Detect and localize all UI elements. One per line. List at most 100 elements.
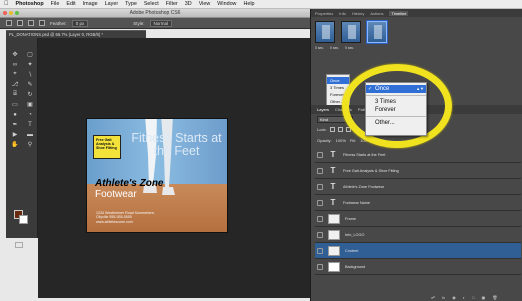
quick-select-tool-icon[interactable]: ✦ bbox=[23, 60, 37, 69]
brush-tool-icon[interactable]: ✎ bbox=[23, 80, 37, 89]
quick-mask-icon[interactable] bbox=[15, 242, 23, 248]
lock-label: Lock: bbox=[317, 127, 327, 132]
fill-label: Fill: bbox=[349, 138, 357, 143]
loop-option-other[interactable]: Other... bbox=[366, 119, 426, 127]
add-selection-icon[interactable] bbox=[28, 20, 34, 26]
pen-tool-icon[interactable]: ✒ bbox=[8, 120, 22, 129]
layer-name: Frame bbox=[345, 216, 356, 221]
tab-properties[interactable]: Properties bbox=[315, 11, 333, 16]
menu-edit[interactable]: Edit bbox=[66, 1, 75, 7]
loop-option[interactable]: Once bbox=[327, 77, 349, 84]
layer-row[interactable]: Info_LOGO bbox=[315, 227, 521, 243]
text-layer-icon: T bbox=[330, 166, 336, 175]
tab-timeline[interactable]: Timeline bbox=[389, 10, 409, 16]
link-layers-icon[interactable]: ☍ bbox=[431, 295, 435, 301]
clone-stamp-tool-icon[interactable]: ⍯ bbox=[8, 90, 22, 99]
tab-history[interactable]: History bbox=[352, 11, 364, 16]
style-select[interactable]: Normal bbox=[149, 19, 173, 27]
visibility-eye-icon[interactable] bbox=[317, 183, 323, 190]
text-layer-icon: T bbox=[330, 150, 336, 159]
headline-text: Fitness Starts at the Feet bbox=[131, 131, 222, 158]
tab-info[interactable]: Info bbox=[339, 11, 346, 16]
layer-style-icon[interactable]: fx bbox=[442, 295, 445, 301]
new-group-icon[interactable]: □ bbox=[472, 295, 474, 301]
frame-delays: 0 sec. 0 sec. 0 sec. bbox=[315, 46, 405, 52]
menu-type[interactable]: Type bbox=[125, 1, 137, 7]
lock-pixels-icon[interactable] bbox=[329, 127, 335, 132]
tab-layers[interactable]: Layers bbox=[317, 107, 329, 112]
frame-delay[interactable]: 0 sec. bbox=[315, 46, 324, 52]
frame-delay[interactable]: 0 sec. bbox=[345, 46, 354, 52]
hand-tool-icon[interactable]: ✋ bbox=[8, 140, 22, 149]
shape-tool-icon[interactable]: ▬ bbox=[23, 130, 37, 139]
subtract-selection-icon[interactable] bbox=[39, 20, 45, 26]
menu-3d[interactable]: 3D bbox=[185, 1, 192, 7]
layer-row[interactable]: Frame bbox=[315, 211, 521, 227]
layer-row[interactable]: T Athlete's Zone Footwear bbox=[315, 179, 521, 195]
visibility-eye-icon[interactable] bbox=[317, 247, 323, 254]
type-tool-icon[interactable]: T bbox=[23, 120, 37, 129]
document-tab-label: PL_DONATIONS.psd @ 66.7% (Layer 0, RGB/8… bbox=[9, 32, 104, 37]
marquee-tool-icon[interactable] bbox=[6, 20, 12, 26]
visibility-eye-icon[interactable] bbox=[317, 263, 323, 270]
layer-row[interactable]: T Fitness Starts at the Feet bbox=[315, 147, 521, 163]
frame-delay[interactable]: 0 sec. bbox=[330, 46, 339, 52]
menu-filter[interactable]: Filter bbox=[166, 1, 178, 7]
move-tool-icon[interactable]: ✥ bbox=[8, 50, 22, 59]
path-select-tool-icon[interactable]: ▶ bbox=[8, 130, 22, 139]
new-layer-icon[interactable]: ▣ bbox=[482, 295, 486, 301]
close-window-button[interactable] bbox=[3, 11, 7, 15]
history-brush-tool-icon[interactable]: ↻ bbox=[23, 90, 37, 99]
menu-help[interactable]: Help bbox=[243, 1, 254, 7]
apple-icon[interactable]:  bbox=[4, 1, 9, 7]
frame-thumbnail-selected[interactable] bbox=[367, 21, 387, 43]
opacity-value[interactable]: 100% bbox=[336, 138, 346, 143]
healing-tool-icon[interactable]: ⎇ bbox=[8, 80, 22, 89]
menu-file[interactable]: File bbox=[51, 1, 60, 7]
menu-layer[interactable]: Layer bbox=[105, 1, 119, 7]
menu-view[interactable]: View bbox=[199, 1, 211, 7]
layer-row-selected[interactable]: Content bbox=[315, 243, 521, 259]
eyedropper-tool-icon[interactable]: ∖ bbox=[23, 70, 37, 79]
app-menu[interactable]: Photoshop bbox=[16, 1, 44, 7]
adjustment-layer-icon[interactable]: ◐ bbox=[463, 295, 465, 301]
minimize-window-button[interactable] bbox=[9, 11, 13, 15]
background-color-swatch[interactable] bbox=[19, 215, 28, 224]
zoom-tool-icon[interactable]: ⚲ bbox=[23, 140, 37, 149]
feather-input[interactable]: 0 px bbox=[71, 19, 89, 27]
eraser-tool-icon[interactable]: ▭ bbox=[8, 100, 22, 109]
gradient-tool-icon[interactable]: ▣ bbox=[23, 100, 37, 109]
marquee-tool-icon[interactable]: ▢ bbox=[23, 50, 37, 59]
crop-tool-icon[interactable]: ⌖ bbox=[8, 70, 22, 79]
blur-tool-icon[interactable]: ● bbox=[8, 110, 22, 119]
menu-select[interactable]: Select bbox=[144, 1, 159, 7]
zoom-window-button[interactable] bbox=[15, 11, 19, 15]
layers-list: T Fitness Starts at the Feet T Free Gait… bbox=[315, 147, 521, 293]
menu-separator bbox=[366, 95, 426, 96]
tab-actions[interactable]: Actions bbox=[370, 11, 383, 16]
visibility-eye-icon[interactable] bbox=[317, 199, 323, 206]
frame-thumbnail[interactable] bbox=[341, 21, 361, 43]
menu-image[interactable]: Image bbox=[83, 1, 98, 7]
frame-thumbnail[interactable] bbox=[315, 21, 335, 43]
window-titlebar: Adobe Photoshop CS6 bbox=[0, 9, 310, 18]
loop-option-forever[interactable]: Forever bbox=[366, 106, 426, 114]
layer-name: Info_LOGO bbox=[345, 232, 365, 237]
selection-mode-icon[interactable] bbox=[17, 20, 23, 26]
layer-row[interactable]: Background bbox=[315, 259, 521, 275]
visibility-eye-icon[interactable] bbox=[317, 167, 323, 174]
lasso-tool-icon[interactable]: ∞ bbox=[8, 60, 22, 69]
dodge-tool-icon[interactable]: ◔ bbox=[23, 110, 37, 119]
delete-layer-icon[interactable]: 🗑 bbox=[492, 295, 497, 301]
visibility-eye-icon[interactable] bbox=[317, 231, 323, 238]
loop-option-3-times[interactable]: 3 Times bbox=[366, 98, 426, 106]
layer-row[interactable]: T Footwear Name bbox=[315, 195, 521, 211]
add-mask-icon[interactable]: ◉ bbox=[452, 295, 456, 301]
menu-window[interactable]: Window bbox=[217, 1, 236, 7]
layer-row[interactable]: T Free Gait Analysis & Shoe Fitting bbox=[315, 163, 521, 179]
document-artwork[interactable]: Free Gait Analysis & Shoe Fitting Fitnes… bbox=[86, 118, 228, 233]
document-tab[interactable]: PL_DONATIONS.psd @ 66.7% (Layer 0, RGB/8… bbox=[6, 30, 146, 38]
visibility-eye-icon[interactable] bbox=[317, 215, 323, 222]
lock-position-icon[interactable] bbox=[337, 127, 343, 132]
visibility-eye-icon[interactable] bbox=[317, 151, 323, 158]
